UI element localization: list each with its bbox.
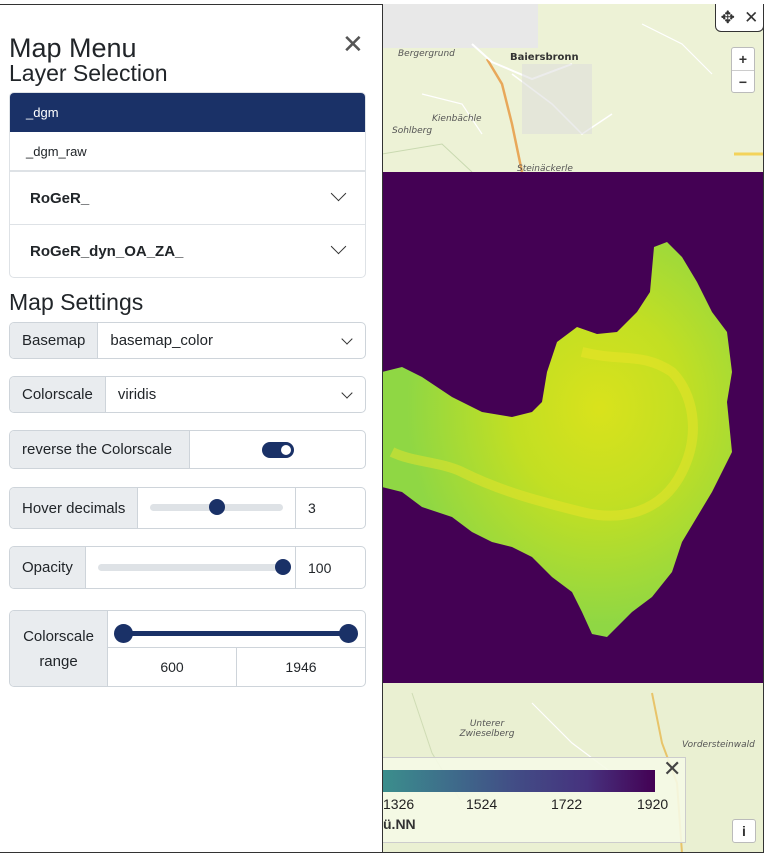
colorscale-value: viridis bbox=[117, 386, 157, 403]
place-label: Bergergrund bbox=[398, 49, 455, 59]
slider-thumb[interactable] bbox=[208, 499, 225, 515]
close-icon[interactable]: ✕ bbox=[663, 758, 681, 780]
road-network bbox=[382, 23, 763, 172]
colorbar-unit: ü.NN bbox=[383, 816, 416, 832]
hover-decimals-group: Hover decimals 3 bbox=[9, 487, 366, 529]
opacity-group: Opacity 100 bbox=[9, 546, 366, 589]
chevron-down-icon bbox=[341, 332, 353, 345]
map-view[interactable]: Bergergrund Baiersbronn Kienbächle Sohlb… bbox=[382, 4, 764, 853]
zoom-out-button[interactable]: − bbox=[732, 70, 754, 92]
range-max-value[interactable]: 1946 bbox=[236, 648, 365, 686]
opacity-slider[interactable] bbox=[86, 547, 296, 588]
opacity-label: Opacity bbox=[10, 547, 86, 588]
place-label: Sohlberg bbox=[392, 126, 433, 136]
basemap-select[interactable]: basemap_color bbox=[98, 323, 365, 358]
hover-decimals-value[interactable]: 3 bbox=[296, 488, 365, 528]
layer-selection-title: Layer Selection bbox=[9, 60, 168, 86]
layer-item-dgm-raw[interactable]: _dgm_raw bbox=[10, 132, 365, 171]
toggle-cell bbox=[190, 431, 365, 468]
place-label: Kienbächle bbox=[432, 114, 482, 124]
range-max-thumb[interactable] bbox=[339, 624, 358, 643]
range-label-line: Colorscale bbox=[23, 627, 94, 645]
chevron-down-icon bbox=[331, 244, 345, 258]
colorscale-range-group: Colorscale range 600 1946 bbox=[9, 610, 366, 687]
colorscale-select-group: Colorscale viridis bbox=[9, 376, 366, 413]
close-icon[interactable]: ✕ bbox=[744, 9, 758, 26]
chevron-down-icon bbox=[331, 191, 345, 205]
colorbar-tick: 1722 bbox=[551, 796, 583, 812]
slider-thumb[interactable] bbox=[274, 558, 291, 575]
move-icon[interactable]: ✥ bbox=[721, 9, 735, 26]
layer-group-label: RoGeR_dyn_OA_ZA_ bbox=[30, 242, 184, 260]
basemap-select-group: Basemap basemap_color bbox=[9, 322, 366, 359]
colorbar-tick: 1524 bbox=[466, 796, 498, 812]
layer-group-label: RoGeR_ bbox=[30, 189, 90, 207]
chevron-down-icon bbox=[341, 386, 353, 399]
hover-decimals-label: Hover decimals bbox=[10, 488, 139, 528]
basemap-value: basemap_color bbox=[110, 332, 213, 349]
raster-image bbox=[382, 242, 732, 637]
info-button[interactable]: i bbox=[732, 819, 756, 843]
place-label: Baiersbronn bbox=[510, 52, 579, 63]
reverse-colorscale-group: reverse the Colorscale bbox=[9, 430, 366, 469]
colorscale-label: Colorscale bbox=[10, 377, 106, 412]
zoom-control: + − bbox=[731, 47, 755, 93]
reverse-colorscale-label: reverse the Colorscale bbox=[10, 431, 190, 468]
map-top-controls: ✥ ✕ bbox=[715, 4, 764, 32]
dgm-raster-layer[interactable] bbox=[382, 172, 763, 683]
place-label: Vordersteinwald bbox=[682, 740, 755, 750]
colorbar-tick: 1326 bbox=[383, 796, 415, 812]
colorscale-range-label: Colorscale range bbox=[10, 611, 108, 686]
colorbar-gradient bbox=[383, 770, 655, 792]
layer-group-roger[interactable]: RoGeR_ bbox=[10, 171, 365, 224]
hover-decimals-slider[interactable] bbox=[138, 488, 296, 528]
zoom-in-button[interactable]: + bbox=[732, 48, 754, 70]
range-min-thumb[interactable] bbox=[114, 624, 133, 643]
basemap-top: Bergergrund Baiersbronn Kienbächle Sohlb… bbox=[382, 4, 763, 174]
colorscale-range-slider[interactable]: 600 1946 bbox=[108, 611, 365, 686]
range-label-line: range bbox=[39, 652, 78, 670]
colorbar-tick: 1920 bbox=[637, 796, 669, 812]
slider-track bbox=[124, 631, 349, 636]
colorbar-legend: ✕ 1326 1524 1722 1920 ü.NN bbox=[382, 757, 686, 843]
colorscale-select[interactable]: viridis bbox=[106, 377, 365, 412]
colorbar-ticks: 1326 1524 1722 1920 bbox=[383, 796, 683, 814]
reverse-colorscale-toggle[interactable] bbox=[261, 441, 294, 458]
layer-item-dgm[interactable]: _dgm bbox=[10, 93, 365, 132]
opacity-value[interactable]: 100 bbox=[296, 547, 365, 588]
map-menu-panel: Map Menu ✕ Layer Selection _dgm _dgm_raw… bbox=[0, 4, 383, 853]
basemap-label: Basemap bbox=[10, 323, 99, 358]
layer-group-roger-dyn[interactable]: RoGeR_dyn_OA_ZA_ bbox=[10, 224, 365, 277]
map-settings-title: Map Settings bbox=[9, 289, 144, 315]
range-values: 600 1946 bbox=[108, 647, 365, 686]
range-min-value[interactable]: 600 bbox=[108, 648, 236, 686]
layer-list: _dgm _dgm_raw RoGeR_ RoGeR_dyn_OA_ZA_ bbox=[9, 92, 366, 278]
slider-track bbox=[97, 563, 283, 571]
close-icon[interactable]: ✕ bbox=[342, 31, 364, 57]
place-label: Unterer Zwieselberg bbox=[459, 719, 515, 739]
